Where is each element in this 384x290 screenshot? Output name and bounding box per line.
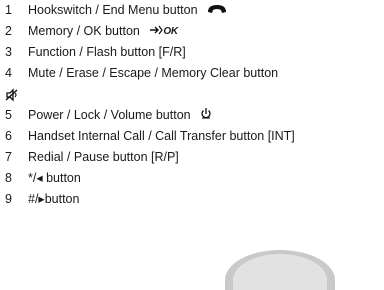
- item-label: */◂ button: [28, 171, 81, 185]
- memory-ok-label: OK: [163, 26, 178, 38]
- item-label: Mute / Erase / Escape / Memory Clear but…: [28, 66, 279, 80]
- item-label: Redial / Pause button [R/P]: [28, 150, 179, 164]
- item-number: 9: [5, 192, 12, 206]
- handset-icon: [207, 0, 227, 21]
- list-item: 2 Memory / OK button OK: [5, 21, 384, 42]
- list-item: 3 Function / Flash button [F/R]: [5, 42, 384, 63]
- item-number: 2: [5, 24, 12, 38]
- item-label: Function / Flash button [F/R]: [28, 45, 186, 59]
- item-label: #/▸button: [28, 192, 80, 206]
- item-number: 4: [5, 66, 12, 80]
- handset-illustration: [225, 250, 335, 290]
- item-number: 3: [5, 45, 12, 59]
- list-item: 5 Power / Lock / Volume button: [5, 105, 384, 126]
- item-label: Handset Internal Call / Call Transfer bu…: [28, 129, 295, 143]
- memory-ok-icon: OK: [149, 21, 178, 42]
- item-label: Hookswitch / End Menu button: [28, 3, 198, 17]
- list-item: 1 Hookswitch / End Menu button: [5, 0, 384, 21]
- item-label: Power / Lock / Volume button: [28, 108, 191, 122]
- item-number: 5: [5, 108, 12, 122]
- list-item: 6 Handset Internal Call / Call Transfer …: [5, 126, 384, 147]
- list-item: 7 Redial / Pause button [R/P]: [5, 147, 384, 168]
- item-number: 7: [5, 150, 12, 164]
- item-number: 8: [5, 171, 12, 185]
- list-item: 4 Mute / Erase / Escape / Memory Clear b…: [5, 63, 384, 105]
- power-icon: [200, 105, 212, 126]
- list-item: 9 #/▸button: [5, 189, 384, 210]
- button-legend-list: 1 Hookswitch / End Menu button 2 Memory …: [5, 0, 384, 210]
- list-item: 8 */◂ button: [5, 168, 384, 189]
- item-number: 1: [5, 3, 12, 17]
- item-label: Memory / OK button: [28, 24, 140, 38]
- item-number: 6: [5, 129, 12, 143]
- mute-icon: [5, 84, 19, 105]
